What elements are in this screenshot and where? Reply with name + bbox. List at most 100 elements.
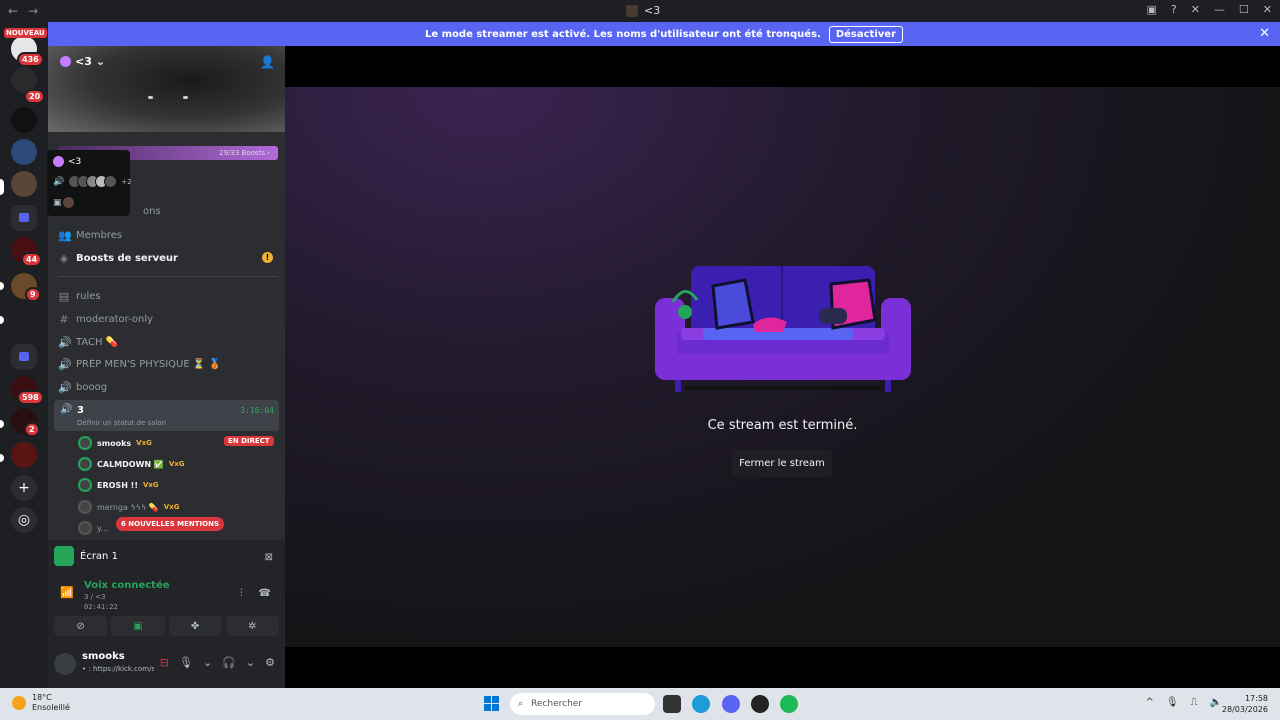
volume-icon[interactable]: 🔈 — [1210, 697, 1222, 708]
channel-partial[interactable]: ons — [143, 206, 161, 217]
voice-user[interactable]: y... — [78, 521, 108, 535]
speaker-icon: 🔊 — [58, 358, 72, 371]
voice-location[interactable]: 3 / <3 — [84, 593, 106, 601]
set-channel-status[interactable]: Définir un statut de salon — [77, 419, 166, 427]
couch-illustration — [655, 266, 911, 392]
voice-channel-popup: <3 🔊 +2 ▣ — [47, 150, 132, 216]
disable-streamer-button[interactable]: Désactiver — [828, 25, 903, 43]
voice-user[interactable]: EROSH !! VxG — [78, 478, 159, 492]
live-badge: EN DIRECT — [224, 436, 274, 446]
minimize-button[interactable]: — — [1214, 3, 1225, 16]
taskbar-search[interactable]: ⌕ Rechercher — [510, 693, 655, 715]
popup-voice-row: 🔊 +2 — [53, 175, 132, 188]
speaker-icon: 🔊 — [53, 176, 65, 187]
screen-share-button[interactable]: ▣ — [111, 616, 165, 636]
window-title-area: <3 — [626, 4, 660, 17]
voice-panel-icons: ⫶ ☎ — [240, 588, 271, 599]
channel-rules[interactable]: ▤ rules — [58, 290, 101, 303]
user-area: smooks • : https://kick.com/smooks ⊟ 🎙 ⌄… — [54, 646, 279, 682]
server-icon[interactable] — [11, 139, 37, 165]
server-icon-current[interactable] — [11, 171, 37, 197]
channel-server-boosts[interactable]: ◈ Boosts de serveur — [58, 252, 178, 265]
screen-share-row[interactable]: Écran 1 — [54, 546, 118, 566]
network-icon[interactable]: ⎍ — [1191, 697, 1198, 708]
tools-icon[interactable]: ✕ — [1191, 3, 1200, 16]
activities-button[interactable]: ✤ — [168, 616, 222, 636]
explore-icon[interactable]: ◎ — [11, 507, 37, 533]
inbox-icon[interactable]: ▣ — [1146, 3, 1156, 16]
unread-badge: 436 — [17, 52, 44, 67]
stop-share-icon[interactable]: ⊠ — [265, 552, 273, 563]
windows-taskbar: 18°C Ensoleillé ⌕ Rechercher ^ 🎙 ⎍ 🔈 17:… — [0, 688, 1280, 720]
disconnect-icon[interactable]: ☎ — [259, 588, 271, 599]
server-badge-icon — [53, 156, 64, 167]
spotify-icon[interactable] — [780, 695, 798, 713]
add-server-icon[interactable]: + — [11, 475, 37, 501]
chevron-down-icon[interactable]: ⌄ — [246, 656, 255, 669]
server-folder-icon[interactable] — [11, 344, 37, 370]
panther-eyes — [148, 96, 188, 102]
server-icon[interactable] — [11, 442, 37, 468]
voice-user[interactable]: smooks VxG — [78, 436, 152, 450]
close-banner-icon[interactable]: ✕ — [1259, 26, 1270, 41]
voice-channel-active[interactable]: 🔊 3 3:16:04 Définir un statut de salon — [54, 400, 279, 431]
popup-extra-count: +2 — [121, 177, 132, 186]
windows-start-icon[interactable] — [484, 696, 500, 712]
nav-arrows: ← → — [8, 4, 48, 18]
chevron-up-icon[interactable]: ^ — [1145, 697, 1153, 708]
voice-controls: ⊘ ▣ ✤ ✲ — [54, 616, 279, 636]
soundboard-button[interactable]: ✲ — [225, 616, 279, 636]
server-icon[interactable] — [11, 107, 37, 133]
signal-icon[interactable]: 📶 — [60, 586, 74, 599]
microphone-icon[interactable]: 🎙 — [1166, 697, 1179, 708]
server-icon[interactable] — [11, 300, 37, 326]
forward-arrow-icon[interactable]: → — [28, 4, 38, 18]
channel-moderator-only[interactable]: # moderator-only — [58, 313, 153, 326]
weather-text: 18°C Ensoleillé — [32, 693, 70, 713]
voice-connected-label[interactable]: Voix connectée — [84, 580, 170, 591]
avatar[interactable] — [54, 653, 76, 675]
avatar — [104, 175, 118, 188]
channel-booog[interactable]: 🔊 booog — [58, 381, 107, 394]
voice-channel-timer: 3:16:04 — [240, 406, 274, 415]
discord-icon[interactable] — [722, 695, 740, 713]
headset-icon[interactable]: 🎧 — [222, 656, 236, 669]
settings-gear-icon[interactable]: ⚙ — [265, 656, 275, 669]
voice-user[interactable]: CALMDOWN ✅ VxG — [78, 457, 185, 471]
members-icon: 👥 — [58, 229, 72, 242]
help-icon[interactable]: ? — [1171, 3, 1177, 16]
server-name-header[interactable]: <3 ⌄ — [60, 55, 105, 68]
edge-icon[interactable] — [692, 695, 710, 713]
task-view-icon[interactable] — [663, 695, 681, 713]
weather-condition: Ensoleillé — [32, 703, 70, 712]
noise-suppression-icon[interactable]: ⫶ — [240, 588, 243, 599]
weather-widget[interactable]: 18°C Ensoleillé — [12, 693, 70, 713]
channel-prep[interactable]: 🔊 PRÉP MEN'S PHYSIQUE ⏳ 🥉 — [58, 358, 221, 371]
username[interactable]: smooks — [82, 651, 125, 662]
new-mentions-badge[interactable]: 6 NOUVELLES MENTIONS — [116, 517, 225, 531]
title-bar: ← → <3 ▣ ? ✕ — ☐ ✕ — [0, 0, 1280, 22]
microphone-icon[interactable]: 🎙 — [179, 656, 193, 669]
voice-user[interactable]: mernga ϟϟϟ 💊 VxG — [78, 500, 179, 514]
chevron-down-icon[interactable]: ⌄ — [203, 656, 212, 669]
back-arrow-icon[interactable]: ← — [8, 4, 18, 18]
channel-members[interactable]: 👥 Membres — [58, 229, 122, 242]
stream-icon: ▣ — [53, 197, 62, 208]
server-folder-icon[interactable] — [11, 205, 37, 231]
user-status: • : https://kick.com/smooks — [82, 665, 154, 673]
crown-tag: VxG — [163, 503, 180, 511]
screen-icon — [54, 546, 74, 566]
maximize-button[interactable]: ☐ — [1239, 3, 1249, 16]
game-icon[interactable]: ⊟ — [160, 656, 169, 669]
channel-tach[interactable]: 🔊 TACH 💊 — [58, 336, 118, 349]
close-stream-button[interactable]: Fermer le stream — [732, 450, 832, 477]
unread-badge: 20 — [24, 89, 46, 104]
stream-stage: Ce stream est terminé. Fermer le stream — [285, 46, 1280, 688]
invite-user-icon[interactable]: 👤 — [260, 55, 275, 69]
app-icon[interactable] — [751, 695, 769, 713]
camera-off-button[interactable]: ⊘ — [54, 616, 108, 636]
avatar — [78, 436, 92, 450]
clock[interactable]: 17:58 28/03/2026 — [1222, 693, 1268, 715]
unread-pill — [0, 420, 4, 428]
close-window-button[interactable]: ✕ — [1263, 3, 1272, 16]
